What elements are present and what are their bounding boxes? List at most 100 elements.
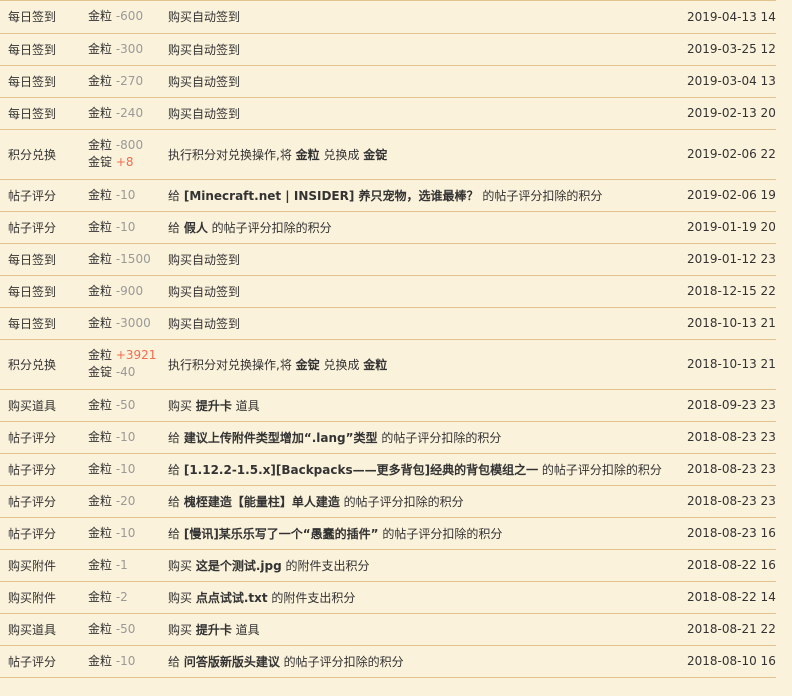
credit-change-line: 金粒 -50	[88, 397, 160, 414]
credit-delta: -10	[115, 219, 136, 234]
currency-name: 金锭	[88, 155, 113, 169]
description-text: 执行积分对兑换操作,将	[168, 357, 296, 372]
change-date: 2019-01-19 20:48	[679, 211, 776, 244]
operation-type: 每日签到	[0, 97, 80, 130]
change-date: 2018-08-23 23:19	[679, 485, 776, 518]
operation-type: 每日签到	[0, 275, 80, 308]
operation-type: 帖子评分	[0, 211, 80, 244]
description-text: 的附件支出积分	[281, 558, 370, 573]
credit-delta: -10	[115, 525, 136, 540]
credit-change-line: 金粒 -10	[88, 653, 160, 670]
change-description: 购买自动签到	[160, 33, 679, 66]
currency-name: 金粒	[88, 187, 113, 202]
table-row: 购买道具金粒 -50购买 提升卡 道具2018-09-23 23:31	[0, 389, 776, 422]
change-description: 给 问答版新版头建议 的帖子评分扣除的积分	[160, 645, 679, 678]
credit-delta: -10	[115, 653, 136, 668]
credit-delta: -3000	[115, 315, 151, 330]
change-description: 购买自动签到	[160, 275, 679, 308]
credit-change-line: 金粒 -2	[88, 589, 160, 606]
change-description: 执行积分对兑换操作,将 金粒 兑换成 金锭	[160, 129, 679, 180]
change-description: 给 [慢讯]某乐乐写了一个“愚蠢的插件” 的帖子评分扣除的积分	[160, 517, 679, 550]
table-row: 购买附件 金粒 -1 购买 这是个测试.jpg 的附件支出积分 2018-08-22 …	[0, 549, 776, 582]
operation-type: 购买道具	[0, 389, 80, 422]
description-subject: 金粒	[295, 147, 320, 162]
operation-type: 积分兑换	[0, 339, 80, 390]
change-description: 购买自动签到	[160, 307, 679, 340]
credit-change: 金粒 -50	[80, 613, 160, 646]
currency-name: 金粒	[88, 461, 113, 476]
description-text: 兑换成	[319, 357, 364, 372]
credit-delta: -1500	[115, 251, 151, 266]
description-text: 的帖子评分扣除的积分	[279, 654, 404, 669]
description-subject: 问答版新版头建议	[183, 654, 280, 669]
credit-change: 金粒 -3000	[80, 307, 160, 340]
credit-delta: -900	[115, 283, 144, 298]
operation-type: 积分兑换	[0, 129, 80, 180]
description-text: 购买自动签到	[168, 10, 241, 25]
operation-type: 购买附件	[0, 549, 80, 582]
credit-change: 金粒 +3921 金锭 -40	[80, 339, 160, 390]
table-row: 积分兑换 金粒 +3921 金锭 -40 执行积分对兑换操作,将 金锭 兑换成 金粒 2…	[0, 339, 776, 390]
credit-change: 金粒 -10	[80, 421, 160, 454]
description-subject: [Minecraft.net | INSIDER] 养只宠物，选谁最棒？	[183, 188, 479, 203]
credit-change-line: 金粒 -270	[88, 73, 160, 90]
credit-change-line: 金粒 -300	[88, 41, 160, 58]
change-description: 购买自动签到	[160, 65, 679, 98]
change-date: 2019-03-04 13:05	[679, 65, 776, 98]
operation-type: 帖子评分	[0, 517, 80, 550]
table-row: 每日签到金粒 -1500 购买自动签到 2019-01-12 23:10	[0, 243, 776, 276]
credit-log-table: 每日签到金粒 -600购买自动签到2019-04-13 14:57每日签到金粒 …	[0, 1, 776, 678]
credit-change: 金粒 -1	[80, 549, 160, 582]
change-date: 2018-10-13 21:15	[679, 307, 776, 340]
credit-delta: -800	[115, 138, 144, 152]
change-description: 给 [Minecraft.net | INSIDER] 养只宠物，选谁最棒？ 的…	[160, 179, 679, 212]
currency-name: 金粒	[88, 219, 113, 234]
operation-type: 每日签到	[0, 65, 80, 98]
description-text: 的帖子评分扣除的积分	[478, 188, 603, 203]
table-row: 每日签到金粒 -600 购买自动签到 2019-04-13 14:57	[0, 1, 776, 34]
description-text: 给	[168, 220, 184, 235]
currency-name: 金粒	[88, 621, 113, 636]
credit-delta: -2	[115, 589, 128, 604]
credit-change: 金粒 -10	[80, 211, 160, 244]
change-date: 2019-03-25 12:44	[679, 33, 776, 66]
credit-change-line: 金粒 -10	[88, 525, 160, 542]
currency-name: 金粒	[88, 315, 113, 330]
change-description: 购买 这是个测试.jpg 的附件支出积分	[160, 549, 679, 582]
description-subject: 假人	[183, 220, 208, 235]
change-description: 执行积分对兑换操作,将 金锭 兑换成 金粒	[160, 339, 679, 390]
operation-type: 帖子评分	[0, 453, 80, 486]
change-date: 2018-08-22 16:47	[679, 549, 776, 582]
change-date: 2018-08-23 23:27	[679, 421, 776, 454]
change-description: 给 槐桎建造【能量柱】单人建造 的帖子评分扣除的积分	[160, 485, 679, 518]
currency-name: 金粒	[88, 493, 113, 508]
description-subject: 提升卡	[195, 398, 232, 413]
operation-type: 每日签到	[0, 1, 80, 34]
currency-name: 金粒	[88, 283, 113, 298]
credit-log-body: 每日签到金粒 -600购买自动签到2019-04-13 14:57每日签到金粒 …	[0, 1, 776, 678]
description-subject: 建议上传附件类型增加“.lang”类型	[183, 430, 378, 445]
operation-type: 每日签到	[0, 33, 80, 66]
credit-change-line: 金粒 -240	[88, 105, 160, 122]
credit-delta: +8	[115, 155, 134, 169]
change-date: 2019-04-13 14:57	[679, 1, 776, 34]
description-text: 的帖子评分扣除的积分	[538, 462, 662, 477]
description-text: 给	[168, 526, 184, 541]
description-text: 道具	[231, 398, 260, 413]
description-text: 执行积分对兑换操作,将	[168, 147, 296, 162]
credit-delta: -300	[115, 41, 144, 56]
table-row: 帖子评分 金粒 -10 给 [慢讯]某乐乐写了一个“愚蠢的插件” 的帖子评分扣除的积…	[0, 517, 776, 550]
currency-name: 金粒	[88, 73, 113, 88]
description-text: 给	[168, 188, 184, 203]
currency-name: 金粒	[88, 397, 113, 412]
credit-change-line: 金锭 +8	[88, 154, 160, 171]
credit-change: 金粒 -240	[80, 97, 160, 130]
credit-delta: -10	[115, 461, 136, 476]
change-description: 购买 提升卡 道具	[160, 389, 679, 422]
credit-change: 金粒 -20	[80, 485, 160, 518]
credit-change-line: 金粒 -1500	[88, 251, 160, 268]
table-row: 每日签到金粒 -900 购买自动签到 2018-12-15 22:49	[0, 275, 776, 308]
change-date: 2018-10-13 21:11	[679, 339, 776, 390]
currency-name: 金锭	[88, 365, 113, 379]
credit-change-line: 金粒 -10	[88, 429, 160, 446]
